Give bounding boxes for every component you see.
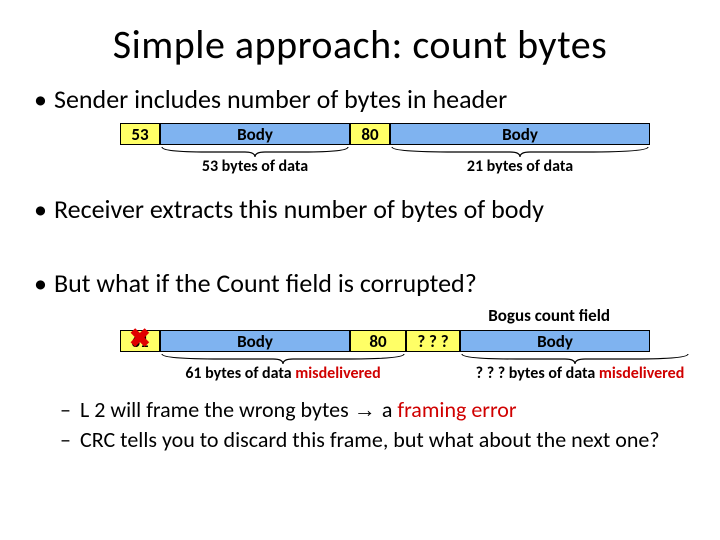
arrow-icon: → <box>354 397 382 422</box>
header-box-53: 53 <box>120 123 160 145</box>
bogus-count-label: Bogus count field <box>30 305 610 326</box>
diagram-1: 53 Body 80 Body 53 bytes of data 21 byte… <box>120 121 660 177</box>
brace-21: 21 bytes of data <box>390 147 650 177</box>
bullet-2: Receiver extracts this number of bytes o… <box>34 193 690 225</box>
brace-label-21: 21 bytes of data <box>390 157 650 176</box>
bullet-1: Sender includes number of bytes in heade… <box>34 83 690 115</box>
bullet-3: But what if the Count field is corrupted… <box>34 267 690 299</box>
brace-61: 61 bytes of data misdelivered <box>160 354 406 384</box>
header-box-80b: 80 <box>350 330 406 352</box>
brace-label-unknown: ? ? ? bytes of data misdelivered <box>450 364 710 383</box>
body-box-3: Body <box>160 330 350 352</box>
brace-label-61: 61 bytes of data misdelivered <box>160 364 406 383</box>
brace-label-53: 53 bytes of data <box>160 157 350 176</box>
brace-unknown: ? ? ? bytes of data misdelivered <box>460 354 690 384</box>
header-61-text: 61 <box>131 331 148 352</box>
subbullet-1: L 2 will frame the wrong bytes → a frami… <box>60 396 690 423</box>
diagram-2: 61 Body 80 ? ? ? Body ✖ 61 bytes of data… <box>120 328 660 384</box>
body-box-4: Body <box>460 330 650 352</box>
body-box-1: Body <box>160 123 350 145</box>
body-box-2: Body <box>390 123 650 145</box>
header-box-61: 61 <box>120 330 160 352</box>
slide-title: Simple approach: count bytes <box>30 20 690 69</box>
header-box-80: 80 <box>350 123 390 145</box>
subbullet-2: CRC tells you to discard this frame, but… <box>60 426 690 453</box>
header-box-unknown: ? ? ? <box>406 330 460 352</box>
brace-53: 53 bytes of data <box>160 147 350 177</box>
